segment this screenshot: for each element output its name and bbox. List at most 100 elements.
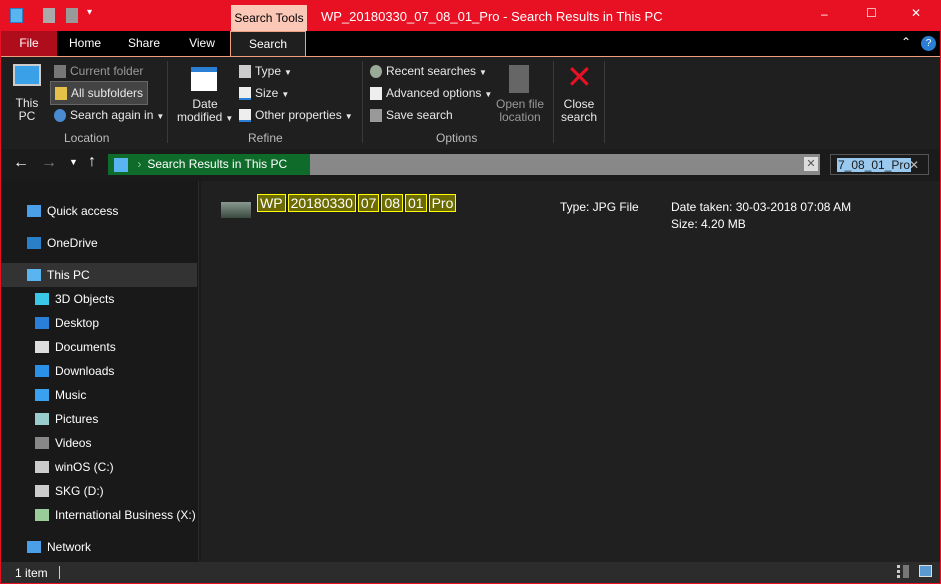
nav-item-onedrive[interactable]: OneDrive (1, 231, 197, 255)
nav-item-network[interactable]: Network (1, 535, 197, 559)
nav-item-label: OneDrive (47, 236, 98, 250)
nav-item-international-business-x[interactable]: International Business (X:) (1, 503, 197, 527)
back-button[interactable]: ← (13, 154, 29, 172)
computer-icon (13, 64, 41, 86)
calendar-icon (191, 67, 217, 91)
search-box[interactable]: 7_08_01_Pro ✕ (830, 154, 929, 175)
nav-item-pictures[interactable]: Pictures (1, 407, 197, 431)
highlighted-match: 20180330 (287, 194, 356, 212)
collapse-ribbon-icon[interactable]: ⌃ (901, 35, 911, 49)
nav-item-label: Quick access (47, 204, 119, 218)
search-input[interactable]: 7_08_01_Pro (837, 158, 912, 172)
open-file-location-button[interactable]: Open file location (493, 98, 547, 124)
nav-item-videos[interactable]: Videos (1, 431, 197, 455)
nav-item-downloads[interactable]: Downloads (1, 359, 197, 383)
highlighted-match: 07 (357, 194, 380, 212)
close-x-icon: ✕ (566, 59, 593, 95)
network-drive-icon (35, 509, 49, 521)
close-button[interactable]: ✕ (911, 6, 921, 20)
nav-item-label: This PC (47, 268, 90, 282)
star-icon (27, 205, 41, 217)
size-button[interactable]: Size ▼ (239, 86, 289, 101)
minimize-button[interactable]: – (821, 7, 828, 21)
maximize-button[interactable]: ☐ (866, 6, 877, 20)
current-folder-button[interactable]: Current folder (54, 64, 143, 79)
close-search-button[interactable]: Close search (559, 98, 599, 124)
other-properties-button[interactable]: Other properties ▼ (239, 108, 353, 123)
all-subfolders-button[interactable]: All subfolders (50, 81, 149, 106)
nav-item-winos-c[interactable]: winOS (C:) (1, 455, 197, 479)
up-button[interactable]: ↑ (88, 153, 96, 171)
recent-searches-label: Recent searches (386, 64, 477, 78)
result-item[interactable]: WP 20180330 07 08 01 Pro Type: JPG File Date … (219, 194, 919, 234)
highlighted-match: Pro (428, 194, 457, 212)
nav-item-label: Pictures (55, 412, 99, 426)
nav-item-3d-objects[interactable]: 3D Objects (1, 287, 197, 311)
open-location-icon (509, 65, 529, 93)
tab-home[interactable]: Home (57, 31, 113, 56)
properties-icon[interactable] (43, 8, 55, 23)
nav-item-desktop[interactable]: Desktop (1, 311, 197, 335)
type-button[interactable]: Type ▼ (239, 64, 292, 79)
details-view-icon[interactable] (897, 565, 909, 578)
search-icon (54, 109, 66, 123)
nav-item-this-pc[interactable]: This PC (1, 263, 197, 287)
search-results-icon (114, 157, 128, 172)
nav-item-label: Music (55, 388, 87, 402)
tab-search[interactable]: Search (230, 31, 306, 57)
options-group-label: Options (436, 131, 478, 145)
drive-icon (35, 485, 49, 497)
forward-button[interactable]: → (41, 154, 57, 172)
tab-file[interactable]: File (1, 31, 57, 56)
open-file-location-label: Open file location (495, 97, 545, 124)
customize-toolbar-icon[interactable]: ▾ (87, 7, 92, 18)
tab-view[interactable]: View (175, 31, 229, 56)
date-modified-label: Date modified (177, 97, 223, 124)
recent-searches-button[interactable]: Recent searches ▼ (370, 64, 487, 79)
nav-item-label: Desktop (55, 316, 100, 330)
properties-doc-icon (239, 109, 251, 123)
item-count: 1 item (15, 566, 48, 580)
desktop-icon (35, 317, 49, 329)
nav-item-music[interactable]: Music (1, 383, 197, 407)
divider (167, 61, 168, 143)
search-again-button[interactable]: Search again in ▼ (54, 108, 164, 123)
divider (604, 61, 605, 143)
this-pc-button[interactable]: This PC (15, 97, 39, 123)
clock-icon (370, 65, 382, 79)
clear-address-icon[interactable]: ✕ (804, 157, 818, 171)
recent-locations-button[interactable]: ▼ (69, 157, 78, 167)
nav-item-quick-access[interactable]: Quick access (1, 199, 197, 223)
address-bar[interactable]: › Search Results in This PC ✕ (108, 154, 820, 175)
nav-item-label: Videos (55, 436, 92, 450)
tab-share[interactable]: Share (113, 31, 175, 56)
type-icon (239, 65, 251, 79)
nav-item-skg-d[interactable]: SKG (D:) (1, 479, 197, 503)
picture-icon (35, 413, 49, 425)
drive-icon (35, 461, 49, 473)
close-search-label: Close search (560, 97, 598, 124)
advanced-options-button[interactable]: Advanced options ▼ (370, 86, 492, 101)
nav-item-label: International Business (X:) (55, 508, 196, 522)
search-tools-context-tab: Search Tools (231, 5, 307, 32)
size-icon (239, 87, 251, 101)
save-search-button[interactable]: Save search (370, 108, 453, 123)
location-group-label: Location (64, 131, 110, 145)
file-name: WP 20180330 07 08 01 Pro (257, 194, 458, 212)
explorer-icon (10, 8, 23, 23)
nav-item-label: winOS (C:) (55, 460, 114, 474)
save-icon (370, 109, 382, 123)
divider (362, 61, 363, 143)
refine-group-label: Refine (248, 131, 283, 145)
clear-search-icon[interactable]: ✕ (909, 158, 919, 172)
network-icon (27, 541, 41, 553)
advanced-options-label: Advanced options (386, 86, 482, 100)
large-icons-view-icon[interactable] (919, 565, 932, 577)
date-taken: Date taken: 30-03-2018 07:08 AM (671, 200, 852, 214)
nav-item-documents[interactable]: Documents (1, 335, 197, 359)
document-icon (35, 341, 49, 353)
new-folder-icon[interactable] (66, 8, 78, 23)
list-icon (370, 87, 382, 101)
help-icon[interactable]: ? (921, 36, 936, 51)
date-modified-button[interactable]: Date modified ▼ (177, 98, 233, 125)
